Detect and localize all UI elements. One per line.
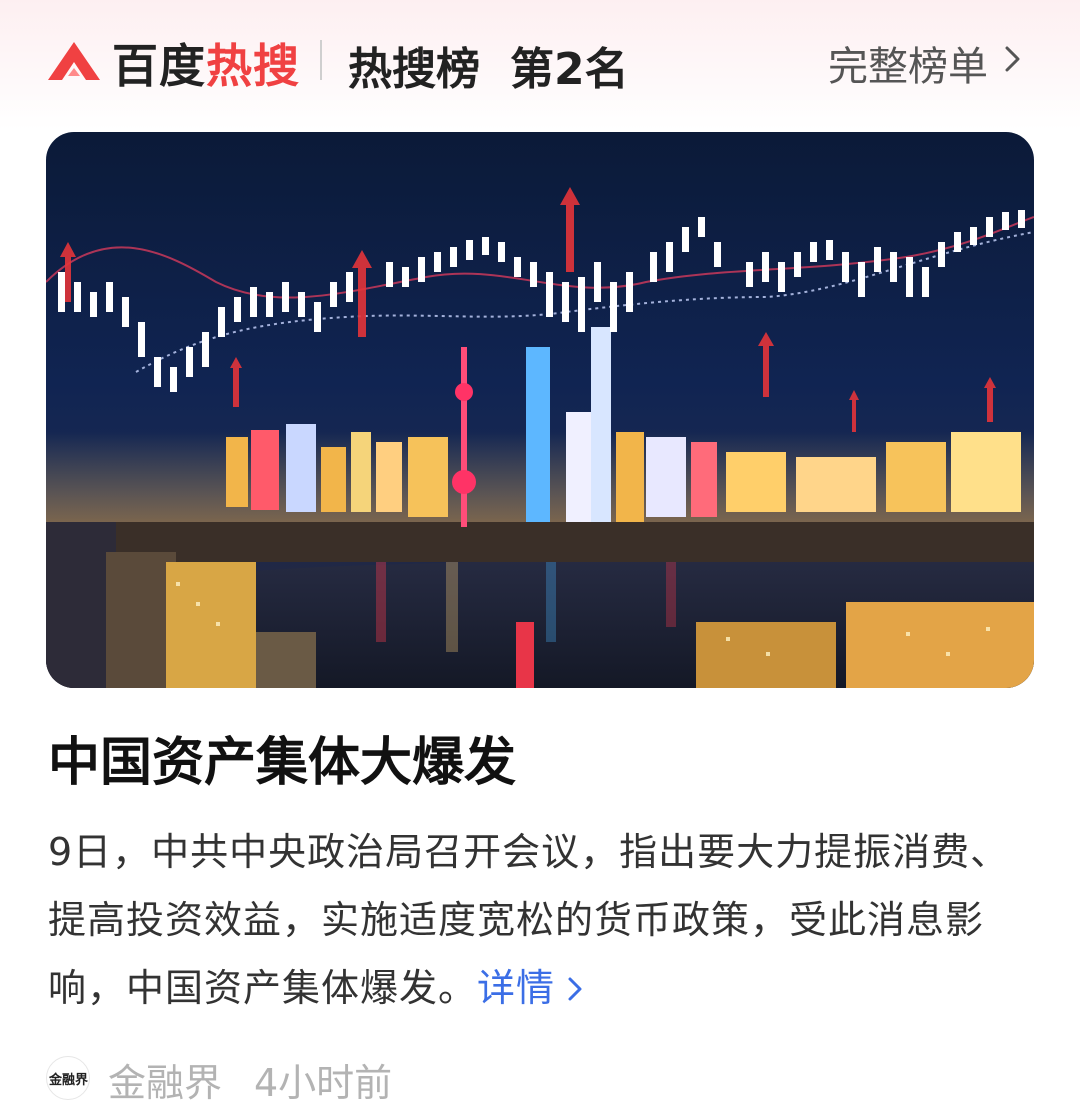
list-name: 热搜榜: [348, 44, 480, 95]
brand-resou: 热搜: [206, 39, 300, 93]
article-headline[interactable]: 中国资产集体大爆发: [48, 720, 516, 795]
article-summary: 9日，中共中央政治局召开会议，指出要大力提振消费、提高投资效益，实施适度宽松的货…: [48, 818, 1028, 1022]
source-name[interactable]: 金融界: [108, 1052, 222, 1107]
source-avatar-logo: 金融界: [49, 1072, 89, 1087]
source-row: 金融界 金融界 4小时前: [46, 1052, 646, 1107]
publish-time: 4小时前: [254, 1061, 393, 1105]
brand-baidu: 百度: [112, 39, 206, 93]
brand-title: 百度热搜: [112, 30, 300, 96]
rank-position: 第2名: [510, 44, 629, 95]
full-list-link[interactable]: 完整榜单: [828, 34, 988, 92]
details-link[interactable]: 详情: [477, 966, 583, 1010]
header-divider: [320, 40, 322, 80]
baidu-hot-logo-icon: [48, 42, 100, 80]
chevron-right-icon[interactable]: [567, 975, 583, 1003]
header-bar: 百度热搜 热搜榜 第2名 完整榜单: [0, 0, 1080, 120]
details-label[interactable]: 详情: [477, 966, 555, 1010]
stock-chart-city-illustration-icon: [46, 187, 1034, 688]
hero-image[interactable]: [46, 132, 1034, 688]
chevron-right-icon[interactable]: [1002, 44, 1024, 74]
rank-title: 热搜榜 第2名: [348, 33, 629, 97]
source-avatar[interactable]: 金融界: [46, 1056, 90, 1100]
